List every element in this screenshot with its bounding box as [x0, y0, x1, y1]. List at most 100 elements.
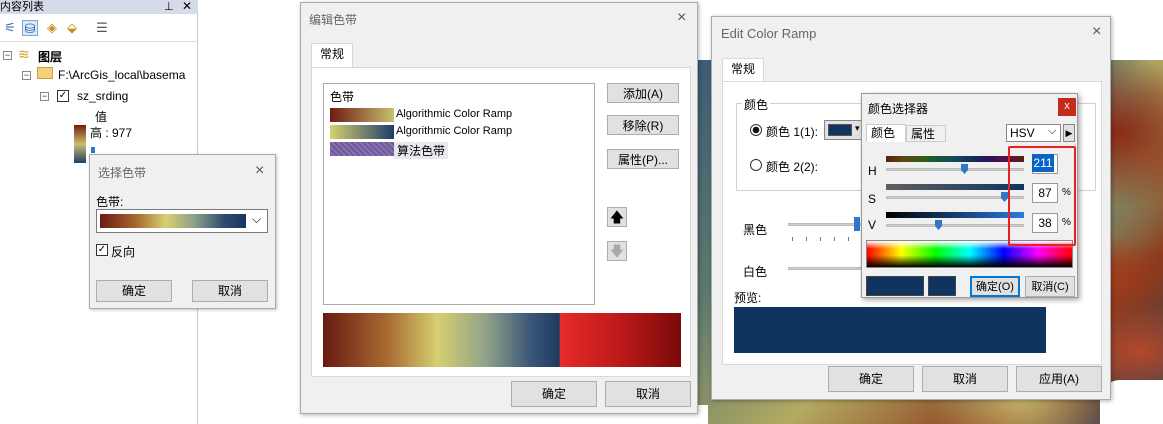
list-by-visibility-icon[interactable]: ◈: [44, 20, 60, 36]
layer-visibility-checkbox[interactable]: ✓: [57, 90, 69, 102]
toc-toolbar: ⚟ ⛁ ◈ ⬙ ☰: [0, 16, 198, 42]
color1-radio[interactable]: [750, 124, 762, 136]
color-model-select[interactable]: HSV ⌵: [1006, 124, 1061, 142]
color1-swatch-button[interactable]: ▾: [824, 120, 864, 140]
edit-ramp-en-title: Edit Color Ramp: [721, 26, 817, 41]
edit-ramp-en-close-icon[interactable]: ×: [1092, 24, 1101, 40]
select-ramp-ok-button[interactable]: 确定: [96, 280, 172, 302]
v-gradient: [886, 212, 1024, 218]
edit-ramp-cn-ok-button[interactable]: 确定: [511, 381, 597, 407]
color1-dropdown-icon[interactable]: ▾: [855, 123, 860, 134]
white-label: 白色: [743, 265, 768, 279]
pin-icon[interactable]: ⊥: [164, 0, 174, 13]
legend-ramp[interactable]: [74, 125, 86, 163]
reverse-label: 反向: [111, 245, 136, 259]
tab-properties[interactable]: 属性: [906, 125, 946, 142]
layers-label: 图层: [38, 50, 63, 64]
ramp-item-3-label[interactable]: 算法色带: [394, 142, 449, 159]
folder-path: F:\ArcGis_local\basema: [58, 68, 186, 82]
white-slider[interactable]: [788, 267, 863, 270]
properties-button[interactable]: 属性(P)...: [607, 149, 679, 169]
h-gradient: [886, 156, 1024, 162]
remove-button[interactable]: 移除(R): [607, 115, 679, 135]
expand-folder-icon[interactable]: −: [22, 71, 31, 80]
tab-general[interactable]: 常规: [311, 43, 354, 68]
options-icon[interactable]: ☰: [94, 20, 110, 36]
expand-layer-icon[interactable]: −: [40, 92, 49, 101]
tab-color[interactable]: 颜色: [866, 124, 906, 142]
layer-name[interactable]: sz_srding: [77, 89, 128, 103]
list-by-source-icon[interactable]: ⛁: [22, 20, 38, 36]
move-down-button[interactable]: 🡇: [607, 241, 627, 261]
annotation-highlight-box: [1008, 146, 1076, 246]
h-label: H: [868, 164, 877, 178]
v-label: V: [868, 218, 877, 232]
chevron-down-icon: ⌵: [1048, 125, 1057, 137]
color-picker-cancel-button[interactable]: 取消(C): [1025, 276, 1075, 297]
h-slider[interactable]: [886, 168, 1024, 171]
tab-general-en[interactable]: 常规: [722, 58, 765, 82]
ramp-label: 色带:: [96, 195, 124, 209]
list-by-selection-icon[interactable]: ⬙: [64, 20, 80, 36]
v-slider[interactable]: [886, 224, 1024, 227]
black-slider[interactable]: [788, 223, 863, 226]
s-gradient: [886, 184, 1024, 190]
s-slider-thumb[interactable]: [1001, 192, 1008, 202]
reverse-checkbox[interactable]: ✓: [96, 244, 108, 256]
color2-label: 颜色 2(2):: [766, 160, 819, 174]
s-label: S: [868, 192, 877, 206]
edit-ramp-cn-title: 编辑色带: [309, 13, 358, 27]
color-group-label: 颜色: [742, 96, 771, 113]
ramp-combobox-swatch: [100, 214, 246, 228]
folder-icon: [37, 67, 53, 79]
toc-header: 内容列表 ⊥ ✕: [0, 0, 198, 14]
expand-layers-icon[interactable]: −: [3, 51, 12, 60]
add-button[interactable]: 添加(A): [607, 83, 679, 103]
black-slider-thumb[interactable]: [854, 217, 860, 231]
toc-title: 内容列表: [0, 1, 44, 13]
ramp-list-header: 色带: [330, 90, 355, 104]
ramp-preview: [323, 313, 681, 367]
ramp-item-2-swatch[interactable]: [330, 125, 394, 139]
color-picker-ok-button[interactable]: 确定(O): [970, 276, 1020, 297]
color-preview: [734, 307, 1046, 353]
ramp-combobox[interactable]: ⌵: [96, 209, 268, 233]
v-slider-thumb[interactable]: [935, 220, 942, 230]
select-ramp-cancel-button[interactable]: 取消: [192, 280, 268, 302]
color1-label: 颜色 1(1):: [766, 125, 819, 139]
ramp-item-2-label[interactable]: Algorithmic Color Ramp: [396, 125, 512, 137]
ramp-item-1-label[interactable]: Algorithmic Color Ramp: [396, 108, 512, 120]
ramp-item-1-swatch[interactable]: [330, 108, 394, 122]
select-ramp-close-icon[interactable]: ×: [255, 163, 264, 179]
edit-ramp-cn-cancel-button[interactable]: 取消: [605, 381, 691, 407]
edit-ramp-cn-close-icon[interactable]: ×: [677, 10, 686, 26]
black-slider-ticks: [792, 237, 864, 241]
apply-button[interactable]: 应用(A): [1016, 366, 1102, 392]
chevron-down-icon[interactable]: ⌵: [252, 212, 261, 227]
color2-radio[interactable]: [750, 159, 762, 171]
edit-ramp-en-cancel-button[interactable]: 取消: [922, 366, 1008, 392]
select-ramp-dialog: 选择色带 × 色带: ⌵ ✓ 反向 确定 取消: [89, 154, 276, 309]
high-label: 高 : 977: [90, 126, 133, 140]
edit-ramp-cn-dialog: 编辑色带 × 常规 色带 Algorithmic Color Ramp Algo…: [300, 2, 698, 414]
select-ramp-title: 选择色带: [98, 166, 147, 180]
preview-label: 预览:: [734, 291, 762, 305]
ramp-list[interactable]: 色带 Algorithmic Color Ramp Algorithmic Co…: [323, 83, 595, 305]
color-picker-close-button[interactable]: x: [1058, 98, 1076, 116]
value-label: 值: [95, 110, 108, 124]
black-label: 黑色: [743, 223, 768, 237]
ramp-item-3-swatch[interactable]: [330, 142, 394, 156]
edit-ramp-en-ok-button[interactable]: 确定: [828, 366, 914, 392]
more-button[interactable]: ▶: [1063, 124, 1075, 142]
list-by-drawing-order-icon[interactable]: ⚟: [2, 20, 18, 36]
current-color-swatch: [928, 276, 956, 296]
legend-low-swatch: [91, 147, 95, 153]
h-slider-thumb[interactable]: [961, 164, 968, 174]
new-color-swatch: [866, 276, 924, 296]
color1-swatch: [828, 124, 852, 136]
color-picker-title: 颜色选择器: [868, 102, 929, 116]
color-model-value: HSV: [1010, 126, 1035, 140]
move-up-button[interactable]: 🡅: [607, 207, 627, 227]
close-icon[interactable]: ✕: [182, 0, 192, 13]
layers-icon: ≋: [18, 46, 30, 62]
